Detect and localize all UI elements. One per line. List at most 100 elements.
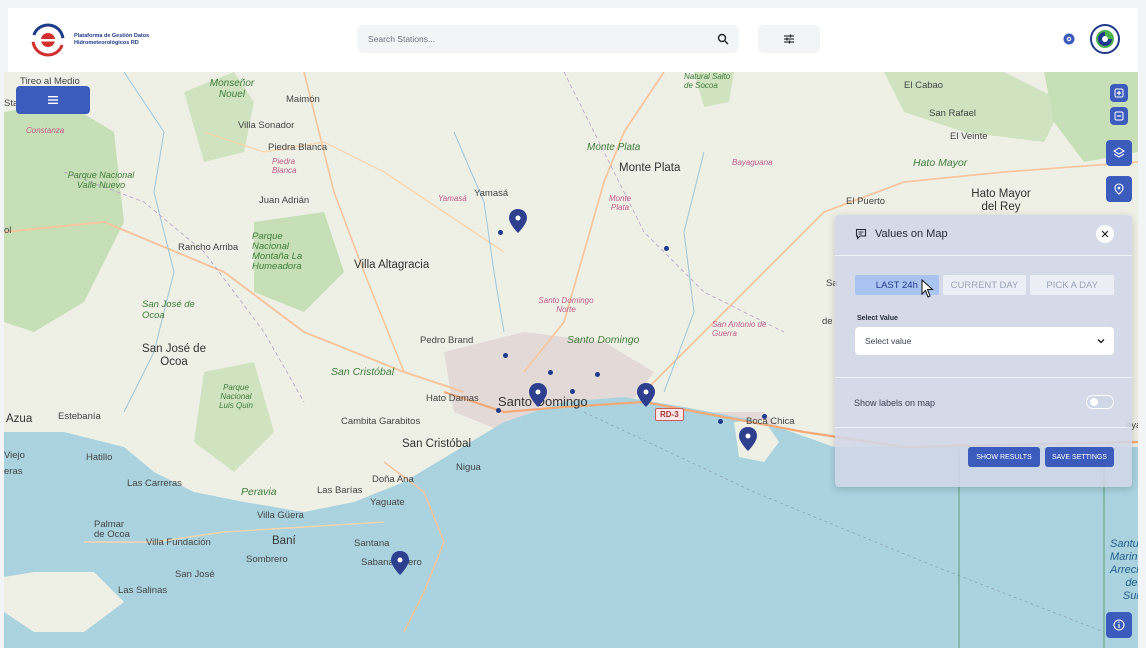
map-label: Las Barías <box>317 485 363 496</box>
map-label: El Cabao <box>904 80 944 91</box>
map-label: Cambita Garabitos <box>341 416 421 427</box>
station-dot[interactable] <box>570 389 575 394</box>
layers-icon <box>1113 147 1125 158</box>
zoom-in-button[interactable] <box>1110 84 1128 102</box>
zoom-in-icon <box>1114 88 1124 98</box>
search-input[interactable] <box>357 25 739 53</box>
gear-icon[interactable] <box>1062 32 1076 46</box>
toggle-knob <box>1090 398 1098 406</box>
map-label: Azua <box>6 413 33 425</box>
map-label: Parque Nacional Valle Nuevo <box>67 170 135 190</box>
search-icon[interactable] <box>717 33 729 45</box>
station-marker[interactable] <box>390 550 410 576</box>
map-label: Parque Nacional Montaña La Humeadora <box>252 231 303 272</box>
map-label: Las Carreras <box>127 478 182 489</box>
station-dot[interactable] <box>496 408 501 413</box>
tab-last-24h[interactable]: LAST 24h <box>855 275 939 295</box>
map-label: Monte Plata <box>587 142 641 153</box>
tab-pick-a-day[interactable]: PICK A DAY <box>1030 275 1115 295</box>
map-label: El Puerto <box>846 196 886 207</box>
values-on-map-panel: Values on Map ✕ LAST 24h CURRENT DAY PIC… <box>835 215 1132 487</box>
map-label: Piedra Blanca <box>272 157 297 175</box>
map-label: Viejo <box>4 450 25 461</box>
select-current-value: Select value <box>865 336 912 346</box>
map-label: Villa Fundación <box>146 537 211 548</box>
station-dot[interactable] <box>503 353 508 358</box>
logo-icon <box>31 23 65 57</box>
map-label: Sombrero <box>246 554 288 565</box>
map-label: Peravia <box>241 486 277 498</box>
show-labels-toggle[interactable] <box>1086 395 1114 409</box>
map-label: Las Salinas <box>118 585 168 596</box>
map-label: San José de Ocoa <box>142 299 195 321</box>
map-label: Hato Damas <box>426 393 479 404</box>
zoom-out-icon <box>1114 111 1124 121</box>
value-select[interactable]: Select value <box>855 327 1114 355</box>
map-label: Palmar de Ocoa <box>94 519 130 540</box>
chevron-down-icon <box>1097 339 1105 344</box>
station-dot[interactable] <box>548 370 553 375</box>
zoom-out-button[interactable] <box>1110 107 1128 125</box>
user-avatar-icon <box>1096 30 1114 48</box>
show-results-button[interactable]: SHOW RESULTS <box>968 447 1040 467</box>
panel-header: Values on Map <box>855 228 948 240</box>
map-label: San Antonio de Guerra <box>712 320 767 338</box>
station-marker[interactable] <box>508 208 528 234</box>
map-label: Bayaguana <box>732 158 773 167</box>
station-dot[interactable] <box>718 419 723 424</box>
divider <box>835 255 1132 256</box>
top-bar: Plataforma de Gestión Datos Hidrometeoro… <box>8 8 1138 72</box>
station-dot[interactable] <box>664 246 669 251</box>
station-marker[interactable] <box>738 426 758 452</box>
map-label: Yaguate <box>370 497 405 508</box>
period-tabs: LAST 24h CURRENT DAY PICK A DAY <box>855 275 1115 295</box>
brand[interactable]: Plataforma de Gestión Datos Hidrometeoro… <box>30 22 184 58</box>
map-label: Santo Domingo <box>567 334 640 346</box>
map-label: San José <box>175 569 215 580</box>
map-label: Monte Plata <box>608 194 632 212</box>
map-label: Hato Mayor del Rey <box>971 188 1031 213</box>
filter-sliders-icon <box>784 34 794 44</box>
map-label: Monseñor Nouel <box>209 78 255 100</box>
map-label: ol <box>4 225 12 236</box>
station-marker[interactable] <box>528 382 548 408</box>
info-button[interactable] <box>1106 612 1132 638</box>
save-settings-button[interactable]: SAVE SETTINGS <box>1045 447 1114 467</box>
station-dot[interactable] <box>498 230 503 235</box>
map-label: Santana <box>354 538 390 549</box>
map-label: El Veinte <box>950 131 988 142</box>
divider <box>835 427 1132 428</box>
location-button[interactable] <box>1106 176 1132 202</box>
tab-current-day[interactable]: CURRENT DAY <box>942 275 1027 295</box>
layers-button[interactable] <box>1106 140 1132 166</box>
map-label: Yamasá <box>474 188 509 199</box>
map-label: Santuario Marino Arrecifes del Sur <box>1110 538 1138 602</box>
map-label: Hato Mayor <box>913 157 968 169</box>
map-label: Estebanía <box>58 411 101 422</box>
info-icon <box>1113 619 1125 631</box>
map-label: Villa Altagracia <box>354 259 430 271</box>
map-label: Rancho Arriba <box>178 242 239 253</box>
filter-button[interactable] <box>758 25 820 53</box>
divider <box>835 377 1132 378</box>
menu-icon <box>48 96 58 104</box>
menu-button[interactable] <box>16 86 90 114</box>
map-label: Villa Sonador <box>238 120 295 131</box>
map-label: Nigua <box>456 462 481 473</box>
map-label: Piedra Blanca <box>268 142 328 153</box>
map-label: Pedro Brand <box>420 335 474 346</box>
map-label: Constanza <box>26 126 65 135</box>
map-label: Maimón <box>286 94 320 105</box>
station-dot[interactable] <box>595 372 600 377</box>
station-marker[interactable] <box>636 382 656 408</box>
station-dot[interactable] <box>762 414 767 419</box>
map-label: eras <box>4 466 23 477</box>
road-tag: RD-3 <box>655 408 684 421</box>
user-avatar[interactable] <box>1090 24 1120 54</box>
map-label: Monte Plata <box>619 162 681 174</box>
map-label: Santo Domingo Norte <box>538 296 594 314</box>
search-box <box>357 25 739 53</box>
app-root: Plataforma de Gestión Datos Hidrometeoro… <box>0 0 1146 648</box>
map-label: San Rafael <box>929 108 977 119</box>
close-button[interactable]: ✕ <box>1096 225 1114 243</box>
